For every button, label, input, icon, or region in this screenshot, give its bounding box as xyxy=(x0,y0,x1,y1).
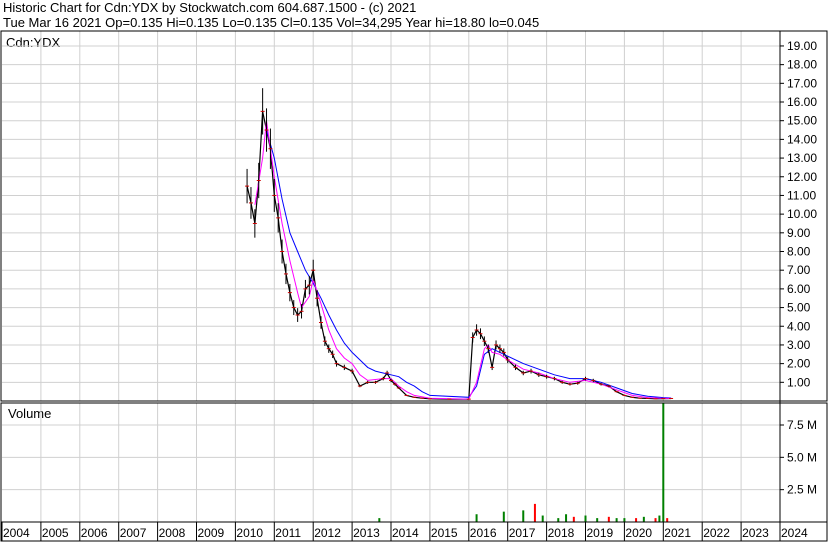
price-tick-label: 13.00 xyxy=(787,151,817,165)
price-tick-label: 12.00 xyxy=(787,170,817,184)
price-panel-title: Cdn:YDX xyxy=(6,35,61,50)
price-tick-label: 2.00 xyxy=(787,357,811,371)
volume-bar xyxy=(541,515,544,522)
price-tick-label: 7.00 xyxy=(787,263,811,277)
volume-bar xyxy=(475,514,478,522)
price-tick-label: 16.00 xyxy=(787,95,817,109)
volume-bar xyxy=(615,518,618,522)
price-panel-border xyxy=(0,30,828,402)
volume-tick-label: 5.0 M xyxy=(787,450,817,464)
volume-bar xyxy=(662,403,665,522)
volume-bar xyxy=(378,518,381,522)
price-tick-label: 11.00 xyxy=(787,188,816,202)
price-tick-label: 6.00 xyxy=(787,282,811,296)
price-series-line xyxy=(254,120,672,400)
year-tick-label: 2012 xyxy=(314,526,341,540)
year-tick-label: 2010 xyxy=(236,526,263,540)
year-tick-label: 2024 xyxy=(781,526,808,540)
volume-bar xyxy=(642,516,645,522)
year-tick-label: 2011 xyxy=(275,526,301,540)
volume-bar xyxy=(607,516,610,522)
price-tick-label: 5.00 xyxy=(787,301,811,315)
price-tick-label: 15.00 xyxy=(787,114,817,128)
price-tick-label: 14.00 xyxy=(787,132,817,146)
stock-chart: Historic Chart for Cdn:YDX by Stockwatch… xyxy=(0,0,830,543)
year-tick-label: 2006 xyxy=(81,526,108,540)
year-tick-label: 2004 xyxy=(3,526,30,540)
year-tick-label: 2016 xyxy=(470,526,497,540)
volume-bar xyxy=(658,515,661,522)
volume-bar xyxy=(666,518,669,522)
year-tick-label: 2014 xyxy=(392,526,419,540)
axes-layer: 1.00 2.00 3.00 4.00 5.00 6.00 7.00 8.00 9.00 10.0… xyxy=(0,30,828,542)
year-tick-label: 2023 xyxy=(742,526,769,540)
price-tick-label: 8.00 xyxy=(787,245,811,259)
volume-bar xyxy=(623,518,626,522)
volume-bar xyxy=(584,515,587,522)
volume-tick-label: 2.5 M xyxy=(787,483,817,497)
year-tick-label: 2021 xyxy=(664,526,691,540)
year-tick-label: 2018 xyxy=(548,526,575,540)
price-tick-label: 4.00 xyxy=(787,319,811,333)
year-tick-label: 2017 xyxy=(509,526,536,540)
price-tick-label: 1.00 xyxy=(787,375,811,389)
volume-bar xyxy=(533,503,536,522)
year-tick-label: 2020 xyxy=(625,526,652,540)
price-tick-label: 10.00 xyxy=(787,207,817,221)
volume-bar xyxy=(596,518,599,522)
year-tick-label: 2019 xyxy=(587,526,614,540)
volume-bar xyxy=(557,518,560,522)
chart-header-line2: Tue Mar 16 2021 Op=0.135 Hi=0.135 Lo=0.1… xyxy=(3,15,539,30)
price-tick-label: 3.00 xyxy=(787,338,811,352)
year-tick-label: 2022 xyxy=(703,526,730,540)
year-tick-label: 2008 xyxy=(159,526,186,540)
volume-panel-border xyxy=(0,402,828,523)
chart-header-line1: Historic Chart for Cdn:YDX by Stockwatch… xyxy=(3,0,416,15)
year-tick-label: 2013 xyxy=(353,526,380,540)
year-tick-label: 2005 xyxy=(42,526,69,540)
price-tick-label: 19.00 xyxy=(787,39,817,53)
volume-bar xyxy=(522,510,525,522)
volume-bar xyxy=(502,511,505,522)
volume-panel-title: Volume xyxy=(8,406,51,421)
price-tick-label: 9.00 xyxy=(787,226,811,240)
volume-bar xyxy=(572,516,575,522)
year-tick-label: 2015 xyxy=(431,526,458,540)
volume-bar xyxy=(635,518,638,522)
volume-tick-label: 7.5 M xyxy=(787,418,817,432)
year-tick-label: 2009 xyxy=(198,526,225,540)
price-tick-label: 17.00 xyxy=(787,76,817,90)
year-tick-label: 2007 xyxy=(120,526,147,540)
chart-svg: Historic Chart for Cdn:YDX by Stockwatch… xyxy=(0,0,828,542)
volume-bar xyxy=(565,514,568,522)
volume-bar xyxy=(654,518,657,522)
price-tick-label: 18.00 xyxy=(787,58,817,72)
price-series-line xyxy=(246,111,672,400)
